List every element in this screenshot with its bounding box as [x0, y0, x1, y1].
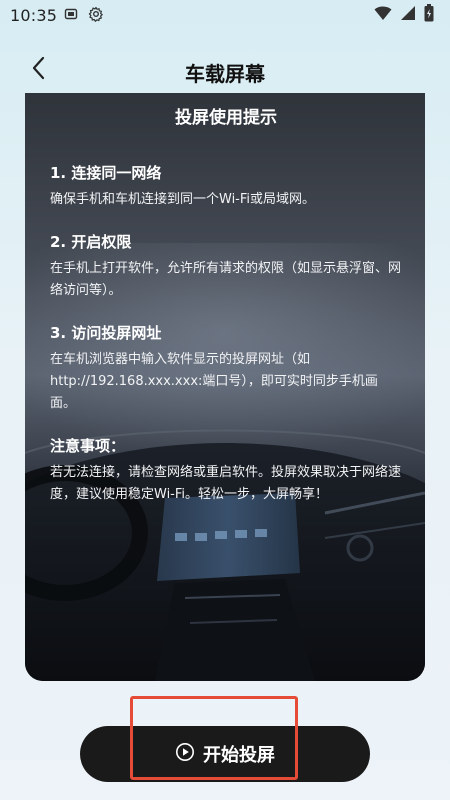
top-bar: 车载屏幕 [0, 54, 450, 94]
instruction-section-network: 1. 连接同一网络 确保手机和车机连接到同一个Wi-Fi或局域网。 [50, 162, 402, 211]
wifi-icon [374, 5, 392, 21]
play-circle-icon [175, 742, 195, 766]
card-title: 投屏使用提示 [175, 108, 277, 128]
status-bar: 10:35 [0, 0, 450, 32]
instruction-section-url: 3. 访问投屏网址 在车机浏览器中输入软件显示的投屏网址（如 http://19… [50, 322, 402, 415]
signal-icon [400, 5, 416, 21]
start-casting-button[interactable]: 开始投屏 [80, 726, 370, 782]
instruction-card: 投屏使用提示 1. 连接同一网络 确保手机和车机连接到同一个Wi-Fi或局域网。… [25, 93, 425, 681]
instruction-section-permissions: 2. 开启权限 在手机上打开软件，允许所有请求的权限（如显示悬浮窗、网络访问等）… [50, 231, 402, 302]
section-text: 确保手机和车机连接到同一个Wi-Fi或局域网。 [50, 192, 316, 207]
section-title: 注意事项： [50, 437, 126, 455]
page-title: 车载屏幕 [185, 62, 265, 86]
battery-icon [424, 4, 434, 22]
start-button-label: 开始投屏 [203, 745, 275, 766]
section-text: 在车机浏览器中输入软件显示的投屏网址（如 http://192.168.xxx.… [50, 352, 378, 411]
section-text: 在手机上打开软件，允许所有请求的权限（如显示悬浮窗、网络访问等）。 [50, 261, 402, 298]
instruction-section-notes: 注意事项： 若无法连接，请检查网络或重启软件。投屏效果取决于网络速度，建议使用稳… [50, 435, 402, 506]
section-title: 1. 连接同一网络 [50, 164, 162, 182]
notification-icon [64, 7, 78, 21]
settings-gear-icon [88, 6, 104, 22]
status-time: 10:35 [10, 6, 58, 25]
status-icons-right [374, 4, 434, 22]
section-text: 若无法连接，请检查网络或重启软件。投屏效果取决于网络速度，建议使用稳定Wi-Fi… [50, 465, 402, 502]
section-title: 3. 访问投屏网址 [50, 324, 162, 342]
section-title: 2. 开启权限 [50, 233, 132, 251]
status-icons-left [64, 6, 104, 22]
instruction-content: 投屏使用提示 1. 连接同一网络 确保手机和车机连接到同一个Wi-Fi或局域网。… [50, 103, 402, 526]
